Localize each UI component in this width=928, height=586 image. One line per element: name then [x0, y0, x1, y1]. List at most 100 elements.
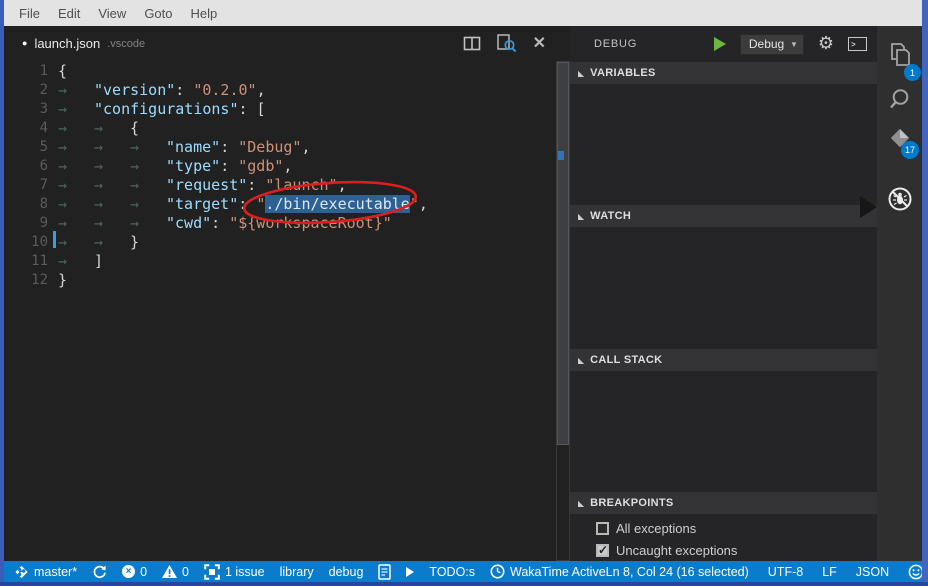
- todos-item[interactable]: TODO:s: [429, 565, 475, 579]
- line-number[interactable]: 4: [4, 119, 48, 138]
- code-line[interactable]: 8→→→"target": "./bin/executable",: [4, 195, 556, 214]
- eol-item[interactable]: LF: [822, 565, 837, 579]
- code-line[interactable]: 3→"configurations": [: [4, 100, 556, 119]
- section-title: BREAKPOINTS: [590, 497, 673, 509]
- start-debug-icon[interactable]: [714, 37, 726, 51]
- play-icon: [406, 567, 414, 577]
- code-line[interactable]: 1{: [4, 62, 556, 81]
- debug-config-dropdown[interactable]: Debug ▼: [740, 34, 804, 55]
- code-token: {: [58, 62, 67, 80]
- line-number[interactable]: 7: [4, 176, 48, 195]
- code-editor[interactable]: 1{2→"version": "0.2.0",3→"configurations…: [4, 61, 556, 561]
- code-token: ,: [283, 157, 292, 175]
- search-in-file-icon[interactable]: [497, 34, 517, 53]
- split-editor-icon[interactable]: [463, 36, 481, 51]
- error-icon: ×: [122, 565, 135, 578]
- line-number[interactable]: 11: [4, 252, 48, 271]
- warnings-item[interactable]: 0: [162, 565, 189, 579]
- section-header-variables[interactable]: ◣ VARIABLES: [570, 62, 877, 84]
- git-branch-item[interactable]: master*: [14, 564, 77, 580]
- menu-item-edit[interactable]: Edit: [54, 4, 84, 23]
- explorer-badge: 1: [904, 64, 921, 81]
- wakatime-label: WakaTime Active: [510, 565, 606, 579]
- whitespace-tab-arrow-icon: →: [58, 100, 94, 119]
- line-number[interactable]: 8: [4, 195, 48, 214]
- watch-body: [570, 227, 877, 349]
- code-line[interactable]: 11 →]: [4, 252, 556, 271]
- scrollbar-thumb[interactable]: [557, 62, 569, 445]
- library-item[interactable]: library: [280, 565, 314, 579]
- debug-console-icon[interactable]: >: [848, 37, 867, 51]
- debug-status-item[interactable]: debug: [329, 565, 364, 579]
- line-number[interactable]: 1: [4, 62, 48, 81]
- menu-item-view[interactable]: View: [94, 4, 130, 23]
- line-number[interactable]: 9: [4, 214, 48, 233]
- editor-scrollbar[interactable]: [556, 61, 570, 561]
- whitespace-tab-arrow-icon: →: [94, 157, 130, 176]
- search-icon[interactable]: [877, 87, 922, 112]
- whitespace-tab-arrow-icon: →: [58, 138, 94, 157]
- debug-config-value: Debug: [749, 37, 784, 51]
- code-token: :: [238, 195, 256, 213]
- code-area: 1{2→"version": "0.2.0",3→"configurations…: [4, 62, 556, 290]
- wakatime-item[interactable]: WakaTime Active: [490, 564, 606, 579]
- script-file-item[interactable]: [378, 564, 391, 580]
- code-token: ": [410, 195, 419, 213]
- checkbox-checked[interactable]: [596, 544, 609, 557]
- cursor-position-item[interactable]: Ln 8, Col 24 (16 selected): [606, 565, 749, 579]
- code-line[interactable]: 9→→→"cwd": "${workspaceRoot}": [4, 214, 556, 233]
- sync-item[interactable]: [92, 564, 107, 579]
- code-line[interactable]: 4 →→{: [4, 119, 556, 138]
- menu-item-goto[interactable]: Goto: [140, 4, 176, 23]
- line-number[interactable]: 10: [4, 233, 48, 252]
- code-line[interactable]: 7→→→"request": "launch",: [4, 176, 556, 195]
- code-line[interactable]: 12}: [4, 271, 556, 290]
- line-number[interactable]: 3: [4, 100, 48, 119]
- issues-item[interactable]: 1 issue: [204, 564, 265, 580]
- code-line[interactable]: 5→→→"name": "Debug",: [4, 138, 556, 157]
- breakpoint-row[interactable]: Uncaught exceptions: [570, 539, 877, 561]
- whitespace-tab-arrow-icon: →: [130, 195, 166, 214]
- code-token: {: [130, 119, 139, 137]
- menu-item-file[interactable]: File: [15, 4, 44, 23]
- code-token: : [: [239, 100, 266, 118]
- code-text: →→{: [58, 119, 139, 138]
- line-number[interactable]: 6: [4, 157, 48, 176]
- code-token: :: [220, 138, 238, 156]
- close-editor-icon[interactable]: ✕: [533, 36, 546, 52]
- encoding-item[interactable]: UTF-8: [768, 565, 803, 579]
- language-item[interactable]: JSON: [856, 565, 889, 579]
- checkbox-unchecked[interactable]: [596, 522, 609, 535]
- code-line[interactable]: 2→"version": "0.2.0",: [4, 81, 556, 100]
- code-token: :: [211, 214, 229, 232]
- debug-icon[interactable]: [877, 186, 922, 212]
- window-border-bottom: [0, 582, 928, 586]
- code-text: →]: [58, 252, 103, 271]
- code-token: }: [130, 233, 139, 251]
- section-header-call-stack[interactable]: ◣ CALL STACK: [570, 349, 877, 371]
- tab-launch-json[interactable]: ● launch.json .vscode: [22, 26, 145, 61]
- line-number[interactable]: 12: [4, 271, 48, 290]
- tab-title: launch.json: [34, 36, 100, 51]
- line-number[interactable]: 2: [4, 81, 48, 100]
- activity-bar: 1 17: [877, 26, 922, 561]
- errors-item[interactable]: × 0: [122, 565, 147, 579]
- window-border-right: [922, 0, 928, 586]
- section-header-breakpoints[interactable]: ◣ BREAKPOINTS: [570, 492, 877, 514]
- code-line[interactable]: 6 →→→"type": "gdb",: [4, 157, 556, 176]
- section-header-watch[interactable]: ◣ WATCH: [570, 205, 877, 227]
- code-text: →→→"type": "gdb",: [58, 157, 292, 176]
- debug-toolbar-actions: Debug ▼ ⚙ >: [714, 26, 867, 62]
- code-line[interactable]: 10→→}: [4, 233, 556, 252]
- configure-gear-icon[interactable]: ⚙: [818, 35, 834, 53]
- warning-count: 0: [182, 565, 189, 579]
- run-item[interactable]: [406, 567, 414, 577]
- breakpoint-row[interactable]: All exceptions: [570, 517, 877, 539]
- git-icon[interactable]: 17: [877, 125, 922, 150]
- clock-icon: [490, 564, 505, 579]
- menu-item-help[interactable]: Help: [187, 4, 222, 23]
- active-view-pointer: [860, 196, 877, 218]
- git-badge: 17: [901, 141, 919, 159]
- explorer-icon[interactable]: 1: [877, 42, 922, 68]
- line-number[interactable]: 5: [4, 138, 48, 157]
